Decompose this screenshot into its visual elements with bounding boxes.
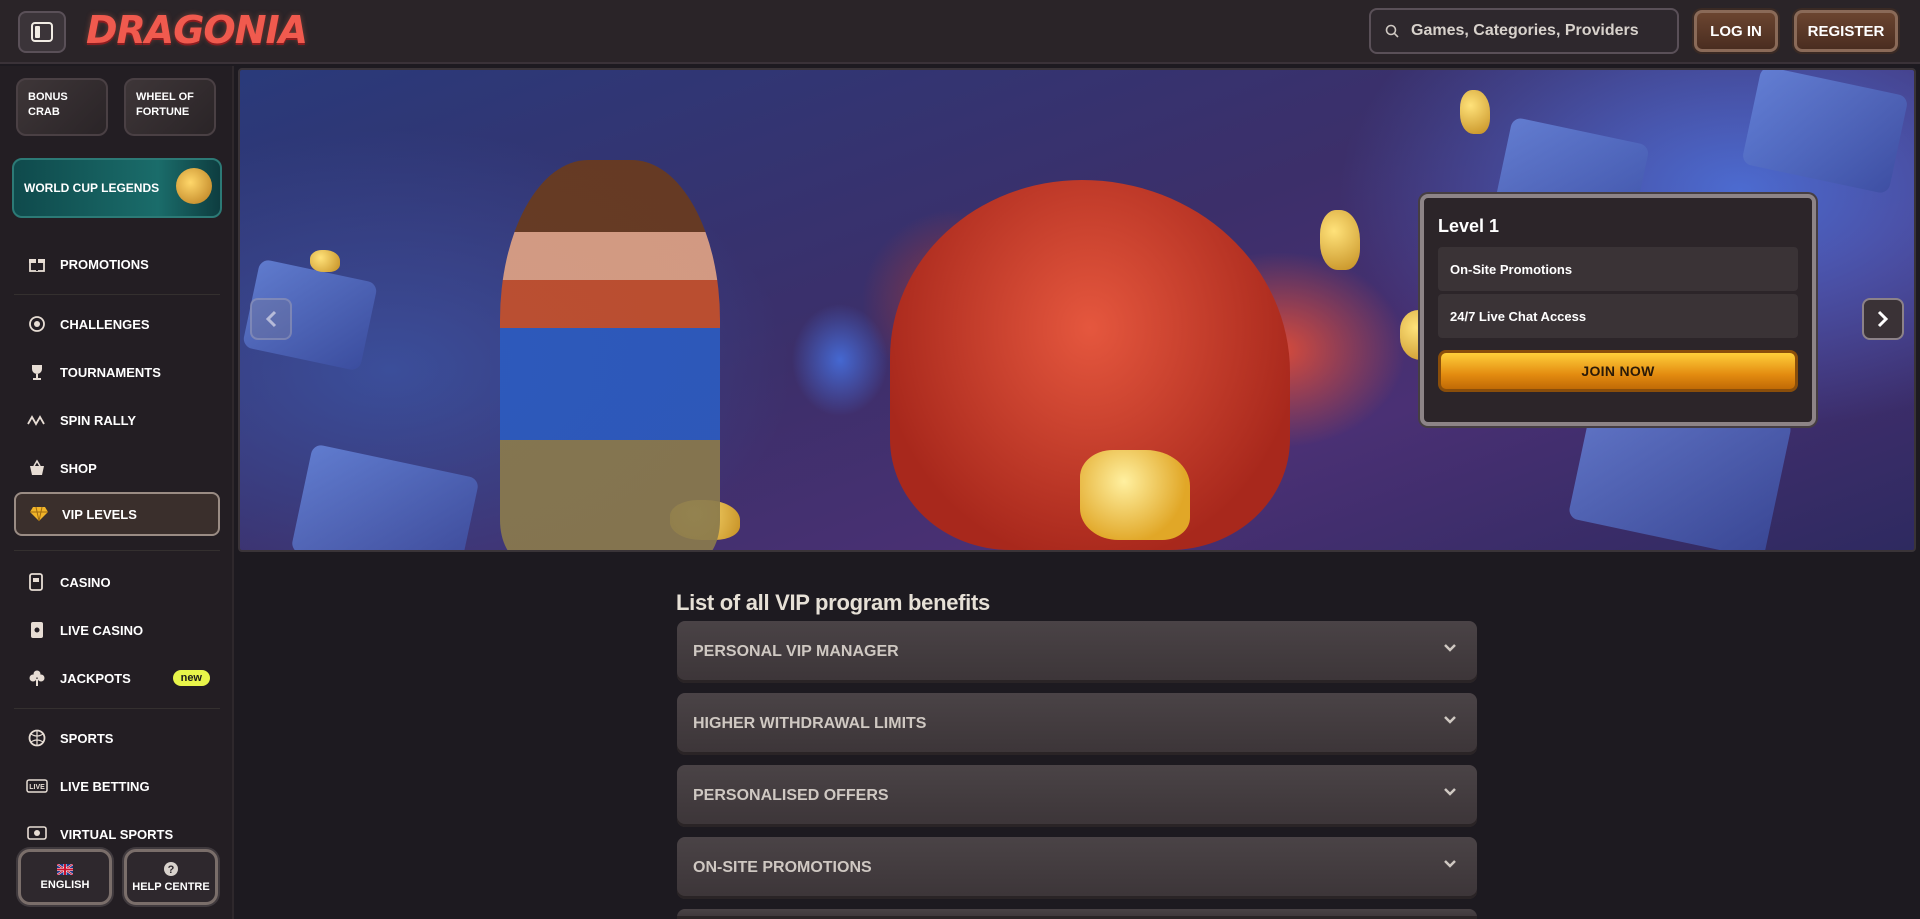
live-icon: LIVE: [26, 775, 48, 797]
sidebar-item-shop[interactable]: SHOP: [14, 446, 220, 490]
basket-icon: [26, 457, 48, 479]
benefit-label: PERSONALISED OFFERS: [693, 787, 889, 804]
sidebar-item-promotions[interactable]: PROMOTIONS: [14, 242, 220, 286]
login-button[interactable]: LOG IN: [1694, 10, 1778, 52]
card-icon: [26, 619, 48, 641]
sidebar-item-label: CASINO: [60, 574, 111, 590]
benefit-accordion[interactable]: PERSONALISED OFFERS: [677, 765, 1477, 827]
gold-nugget: [1320, 210, 1360, 270]
divider: [14, 550, 220, 551]
sidebar-item-live-betting[interactable]: LIVE LIVE BETTING: [14, 764, 220, 808]
flag-icon: [57, 863, 73, 875]
sidebar-item-label: PROMOTIONS: [60, 256, 149, 272]
chevron-left-icon: [265, 310, 277, 328]
sidebar-item-jackpots[interactable]: JACKPOTS new: [14, 656, 220, 700]
sidebar-item-label: CHALLENGES: [60, 316, 150, 332]
sidebar-item-label: TOURNAMENTS: [60, 364, 161, 380]
gold-gem-illustration: [1080, 450, 1190, 540]
miner-illustration: [500, 160, 720, 550]
bonus-crab-tile[interactable]: BONUS CRAB: [16, 78, 108, 136]
world-cup-legends-tile[interactable]: WORLD CUP LEGENDS: [12, 158, 222, 218]
new-badge: new: [172, 670, 210, 686]
sidebar-item-casino[interactable]: CASINO: [14, 560, 220, 604]
language-button[interactable]: ENGLISH: [18, 849, 112, 905]
sidebar-item-label: LIVE BETTING: [60, 778, 150, 794]
benefit-accordion[interactable]: PERSONAL VIP MANAGER: [677, 621, 1477, 683]
sidebar-item-sports[interactable]: SPORTS: [14, 716, 220, 760]
search-icon: [1385, 24, 1399, 38]
help-centre-label: HELP CENTRE: [132, 881, 210, 893]
rock-decoration: [290, 443, 480, 550]
wheel-of-fortune-label: WHEEL OF FORTUNE: [136, 91, 194, 118]
search-input[interactable]: [1411, 22, 1651, 40]
sidebar-item-spin-rally[interactable]: SPIN RALLY: [14, 398, 220, 442]
sidebar-toggle-icon: [31, 22, 53, 42]
carousel-next-button[interactable]: [1862, 298, 1904, 340]
level-benefit-row: On-Site Promotions: [1438, 247, 1798, 291]
svg-text:?: ?: [168, 864, 175, 876]
bonus-crab-label: BONUS CRAB: [28, 91, 68, 118]
sidebar-item-live-casino[interactable]: LIVE CASINO: [14, 608, 220, 652]
top-header: DRAGONIA LOG IN REGISTER: [0, 0, 1920, 64]
svg-text:LIVE: LIVE: [29, 784, 45, 791]
gold-nugget: [310, 250, 340, 272]
rock-decoration: [1741, 70, 1909, 195]
virtual-icon: [26, 823, 48, 845]
benefit-label: PERSONAL VIP MANAGER: [693, 643, 899, 660]
level-benefit-row: 24/7 Live Chat Access: [1438, 294, 1798, 338]
rally-icon: [26, 409, 48, 431]
wheel-of-fortune-tile[interactable]: WHEEL OF FORTUNE: [124, 78, 216, 136]
gift-icon: [26, 253, 48, 275]
sidebar-item-vip-levels[interactable]: VIP LEVELS: [14, 492, 220, 536]
sidebar-toggle-button[interactable]: [18, 11, 66, 53]
chevron-right-icon: [1877, 310, 1889, 328]
help-icon: ?: [164, 862, 178, 876]
register-button[interactable]: REGISTER: [1794, 10, 1898, 52]
help-centre-button[interactable]: ? HELP CENTRE: [124, 849, 218, 905]
carousel-prev-button[interactable]: [250, 298, 292, 340]
trophy-icon: [26, 361, 48, 383]
sidebar-item-label: SPORTS: [60, 730, 114, 746]
gold-nugget: [1460, 90, 1490, 134]
chevron-down-icon: [1444, 788, 1456, 796]
trophy-ball-icon: [176, 168, 212, 204]
sidebar-item-challenges[interactable]: CHALLENGES: [14, 302, 220, 346]
brand-logo[interactable]: DRAGONIA: [86, 8, 308, 52]
benefit-accordion[interactable]: HIGHER WITHDRAWAL LIMITS: [677, 693, 1477, 755]
sidebar-item-tournaments[interactable]: TOURNAMENTS: [14, 350, 220, 394]
chevron-down-icon: [1444, 716, 1456, 724]
sidebar: BONUS CRAB WHEEL OF FORTUNE WORLD CUP LE…: [0, 66, 234, 919]
ball-icon: [26, 727, 48, 749]
vip-level-card: Level 1 On-Site Promotions 24/7 Live Cha…: [1420, 194, 1816, 426]
target-icon: [26, 313, 48, 335]
chevron-down-icon: [1444, 860, 1456, 868]
benefit-accordion-partial[interactable]: [677, 909, 1477, 919]
divider: [14, 708, 220, 709]
search-box[interactable]: [1369, 8, 1679, 54]
sidebar-item-label: JACKPOTS: [60, 670, 131, 686]
language-label: ENGLISH: [40, 878, 90, 891]
world-cup-label: WORLD CUP LEGENDS: [24, 180, 160, 195]
diamond-icon: [28, 503, 50, 525]
sidebar-item-label: LIVE CASINO: [60, 622, 144, 638]
chevron-down-icon: [1444, 644, 1456, 652]
sidebar-item-label: VIP LEVELS: [62, 506, 137, 522]
benefit-label: HIGHER WITHDRAWAL LIMITS: [693, 715, 927, 732]
divider: [14, 294, 220, 295]
benefit-label: ON-SITE PROMOTIONS: [693, 859, 872, 876]
sidebar-item-label: SPIN RALLY: [60, 412, 137, 428]
benefits-heading: List of all VIP program benefits: [676, 590, 990, 615]
sidebar-item-label: SHOP: [60, 460, 97, 476]
benefit-accordion[interactable]: ON-SITE PROMOTIONS: [677, 837, 1477, 899]
sidebar-item-label: VIRTUAL SPORTS: [60, 826, 174, 842]
slot-machine-icon: [26, 571, 48, 593]
clover-icon: [26, 667, 48, 689]
level-title: Level 1: [1438, 216, 1500, 236]
join-now-button[interactable]: JOIN NOW: [1438, 350, 1798, 392]
